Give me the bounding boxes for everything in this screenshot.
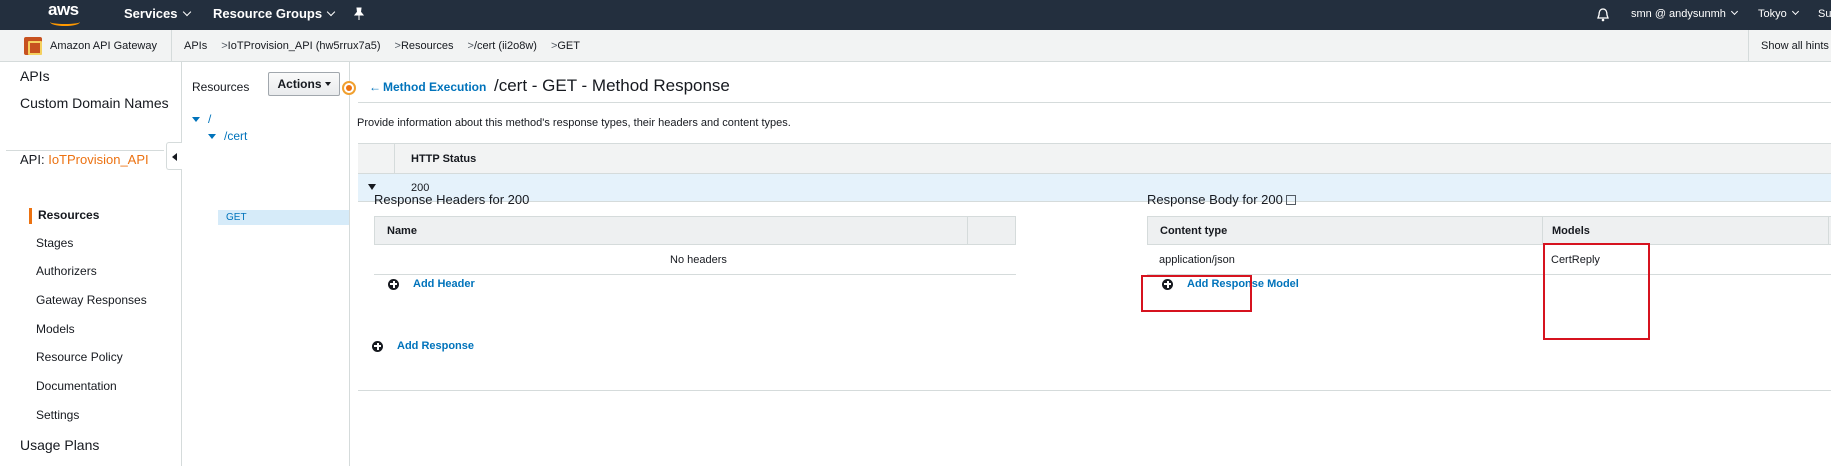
collapse-triangle-icon[interactable]: [368, 184, 376, 190]
breadcrumb-apis[interactable]: APIs: [184, 40, 207, 52]
column-divider: [1828, 217, 1829, 244]
breadcrumb: APIs >IoTProvision_API (hw5rrux7a5) >Resou…: [184, 30, 580, 62]
highlight-box-content-type: [1141, 275, 1252, 312]
nav-usage-plans[interactable]: Usage Plans: [20, 437, 99, 453]
nav-apis[interactable]: APIs: [20, 68, 50, 84]
active-indicator: [29, 208, 32, 224]
tree-node-root[interactable]: /: [192, 112, 211, 126]
api-gateway-icon: [24, 37, 42, 55]
body-row[interactable]: application/json CertReply: [1147, 246, 1831, 275]
add-header-button[interactable]: Add Header: [388, 278, 475, 290]
name-column-header: Name: [387, 225, 417, 237]
add-header-label: Add Header: [413, 278, 475, 290]
user-menu[interactable]: smn @ andysunmh: [1631, 0, 1738, 30]
caret-down-icon: [324, 82, 331, 86]
resource-groups-menu[interactable]: Resource Groups: [213, 0, 336, 30]
nav-custom-domain-names[interactable]: Custom Domain Names: [20, 95, 169, 111]
services-menu[interactable]: Services: [124, 0, 191, 30]
aws-smile-icon: [50, 18, 80, 26]
collapse-nav-button[interactable]: [166, 142, 182, 170]
no-headers-text: No headers: [670, 254, 727, 266]
resource-groups-label: Resource Groups: [213, 6, 323, 21]
column-divider: [1542, 217, 1543, 244]
method-execution-label: Method Execution: [383, 80, 487, 94]
section-divider: [358, 390, 1831, 391]
tree-node-cert[interactable]: /cert: [208, 129, 247, 143]
expand-triangle-icon[interactable]: [192, 117, 200, 122]
add-response-button[interactable]: Add Response: [372, 340, 474, 352]
pin-icon[interactable]: [352, 7, 366, 21]
column-divider: [967, 217, 968, 244]
nav-stages[interactable]: Stages: [36, 236, 73, 250]
show-hints-button[interactable]: Show all hints: [1748, 30, 1831, 62]
service-name: Amazon API Gateway: [50, 40, 157, 52]
nav-documentation[interactable]: Documentation: [36, 379, 117, 393]
response-body-title-text: Response Body for 200: [1147, 192, 1283, 207]
nav-resources[interactable]: Resources: [38, 208, 99, 222]
support-label: Su: [1818, 8, 1831, 20]
nav-settings[interactable]: Settings: [36, 408, 79, 422]
page-title: /cert - GET - Method Response: [494, 76, 730, 95]
nav-resource-policy[interactable]: Resource Policy: [36, 350, 123, 364]
aws-logo-text: aws: [48, 0, 79, 19]
nav-gateway-responses[interactable]: Gateway Responses: [36, 293, 147, 307]
content-type-column-header: Content type: [1160, 225, 1228, 237]
services-label: Services: [124, 6, 178, 21]
api-prefix: API:: [20, 152, 45, 167]
api-name: IoTProvision_API: [48, 152, 149, 167]
top-navigation-bar: aws Services Resource Groups smn @ andys…: [0, 0, 1831, 30]
arrow-left-icon: ←: [369, 80, 381, 94]
http-status-header: HTTP Status: [358, 143, 1831, 174]
headers-empty-row: No headers: [374, 246, 1016, 275]
chevron-down-icon: [1791, 7, 1799, 16]
tree-cert-label: /cert: [224, 129, 248, 143]
http-status-label: HTTP Status: [411, 153, 477, 165]
actions-dropdown[interactable]: Actions: [268, 72, 340, 96]
tree-node-get-selected[interactable]: GET: [218, 210, 349, 225]
aws-logo[interactable]: aws: [48, 0, 88, 28]
resources-panel-title: Resources: [192, 80, 250, 94]
response-body-title: Response Body for 200: [1147, 192, 1296, 207]
tree-root-label: /: [208, 112, 212, 126]
chevron-down-icon: [1730, 7, 1738, 16]
add-response-label: Add Response: [397, 340, 475, 352]
title-divider: [358, 102, 1831, 103]
nav-models[interactable]: Models: [36, 322, 75, 336]
breadcrumb-bar: Amazon API Gateway APIs >IoTProvision_API…: [0, 30, 1831, 62]
chevron-down-icon: [182, 7, 191, 17]
breadcrumb-method: GET: [557, 40, 580, 52]
bell-icon[interactable]: [1596, 7, 1610, 23]
book-icon[interactable]: [1285, 195, 1296, 205]
nav-api-heading[interactable]: API: IoTProvision_API: [20, 152, 149, 167]
region-menu[interactable]: Tokyo: [1758, 0, 1799, 30]
content-type-value: application/json: [1159, 254, 1235, 266]
method-execution-link[interactable]: ← Method Execution: [369, 80, 486, 94]
breadcrumb-api[interactable]: IoTProvision_API (hw5rrux7a5): [228, 40, 381, 52]
plus-circle-icon: [372, 340, 383, 352]
status-row-200[interactable]: 200: [358, 174, 1831, 202]
chevron-down-icon: [326, 7, 336, 17]
expand-triangle-icon[interactable]: [208, 134, 216, 139]
nav-divider: [6, 150, 164, 151]
header-spacer: [358, 144, 395, 173]
region-label: Tokyo: [1758, 8, 1787, 20]
headers-table-header: Name: [374, 216, 1016, 245]
highlight-box-models: [1543, 243, 1650, 340]
plus-circle-icon: [388, 278, 399, 290]
support-menu[interactable]: Su: [1818, 0, 1831, 30]
user-label: smn @ andysunmh: [1631, 8, 1726, 20]
models-column-header: Models: [1552, 225, 1590, 237]
breadcrumb-resources[interactable]: Resources: [401, 40, 454, 52]
page-description: Provide information about this method's …: [357, 117, 791, 129]
nav-authorizers[interactable]: Authorizers: [36, 264, 97, 278]
response-headers-title: Response Headers for 200: [374, 192, 530, 207]
left-navigation: APIs Custom Domain Names API: IoTProvisi…: [0, 62, 182, 466]
body-table-header: Content type Models: [1147, 216, 1831, 245]
actions-label: Actions: [277, 77, 322, 91]
resources-panel: Resources Actions / /cert GET: [182, 62, 350, 466]
breadcrumb-resource[interactable]: /cert (ii2o8w): [474, 40, 537, 52]
service-home-link[interactable]: Amazon API Gateway: [12, 30, 172, 62]
